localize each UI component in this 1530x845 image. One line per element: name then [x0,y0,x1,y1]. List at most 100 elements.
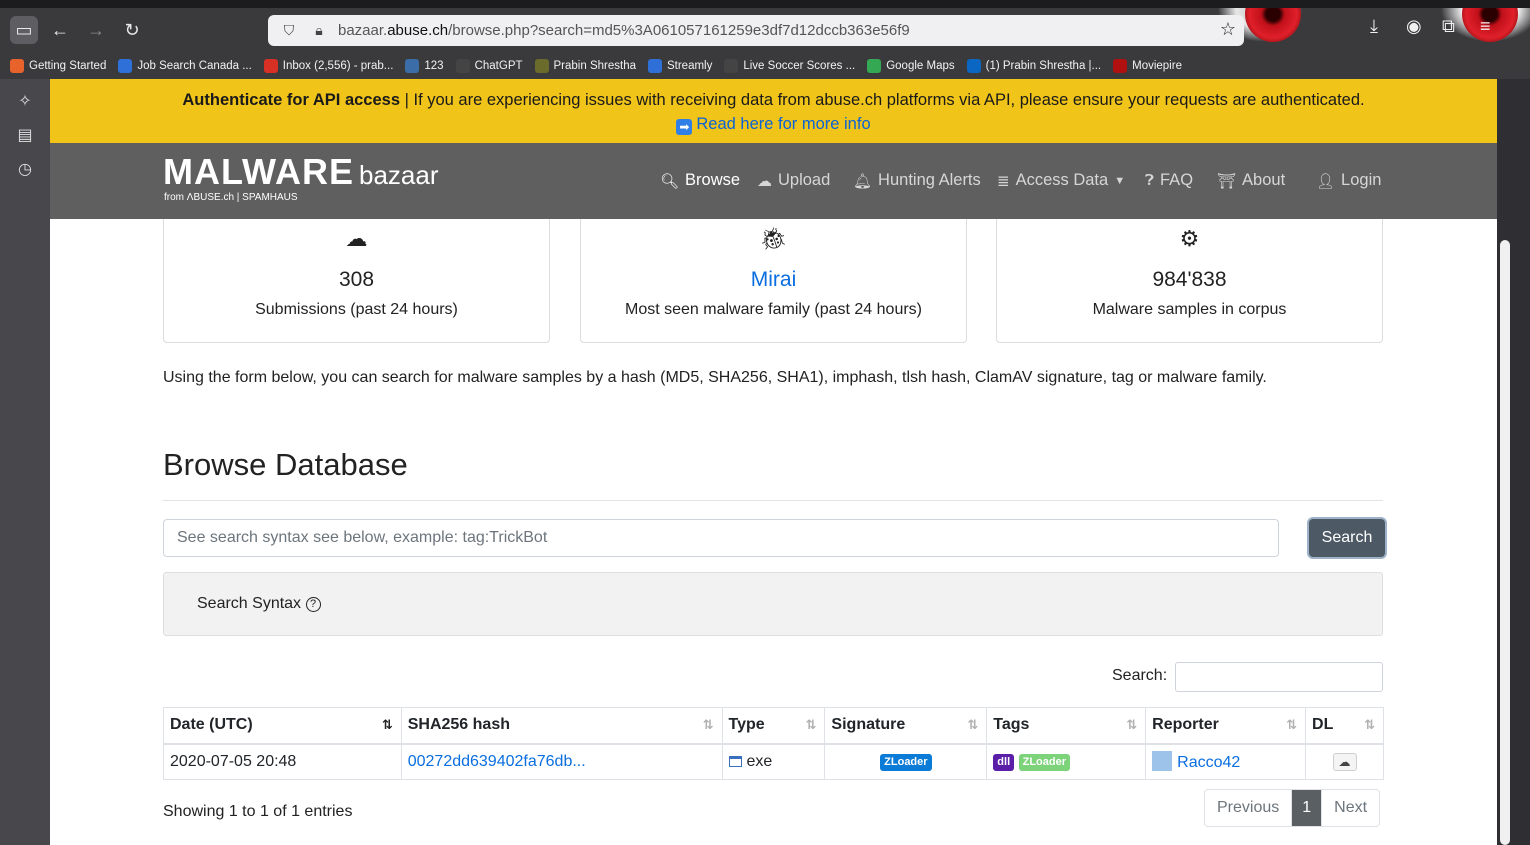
bookmark-label: (1) Prabin Shrestha |... [985,59,1102,72]
bookmark-label: Moviepire [1132,59,1182,72]
col-tags[interactable]: Tags ⇅ [986,707,1147,745]
cell-dl: ☁ [1305,743,1384,780]
bookmark-label: Job Search Canada ... [137,59,252,72]
reporter-link[interactable]: Racco42 [1177,754,1240,771]
col-date[interactable]: Date (UTC) ⇅ [163,707,402,745]
bookmark-item[interactable]: Streamly [647,58,712,73]
sort-icon: ⇅ [1364,717,1375,732]
logo-from-text: from ΛBUSE.ch | SPAMHAUS [164,192,298,203]
search-syntax-panel[interactable]: Search Syntax ? [163,572,1383,636]
tag-badge[interactable]: dll [993,754,1015,772]
logo-malware[interactable]: MALWARE [163,151,354,193]
search-input[interactable]: See search syntax see below, example: ta… [163,519,1279,557]
bookmark-label: Prabin Shrestha [553,59,636,72]
browser-toolbar: ▭ ← → ↻ ⛉ 🔒︎ bazaar.abuse.ch/browse.php?… [0,0,1530,52]
bookmark-item[interactable]: Inbox (2,556) - prab... [263,58,394,73]
bookmark-item[interactable]: Live Soccer Scores ... [724,58,855,73]
bookmark-favicon-icon [867,58,882,73]
bookmark-star-icon[interactable]: ☆ [1220,19,1236,40]
cloud-upload-icon: ☁ [345,226,368,251]
stat-label: Malware samples in corpus [1092,301,1287,318]
site-navbar-overlay: MALWARE bazaar from ΛBUSE.ch | SPAMHAUS … [50,143,1497,219]
bookmark-favicon-icon [10,58,24,73]
nav-hunting-alerts[interactable]: 🔔︎Hunting Alerts [853,171,981,190]
download-icon[interactable]: ⤓ [1370,16,1378,37]
col-dl[interactable]: DL ⇅ [1305,707,1384,745]
search-syntax-toggle[interactable]: Search Syntax ? [197,595,321,613]
shield-icon[interactable]: ⛉ [278,22,300,39]
avatar [1152,751,1173,772]
nav-login[interactable]: 👤︎Login [1316,171,1381,190]
sidebar-toggle-icon[interactable]: ▭ [10,16,38,44]
back-arrow-icon[interactable]: ← [46,16,74,44]
type-label: exe [746,752,773,770]
nav-about[interactable]: ⛩About [1217,171,1285,190]
samples-table: Date (UTC) ⇅ SHA256 hash ⇅ Type ⇅ Signature… [163,707,1384,780]
history-icon[interactable]: ◷ [14,159,36,181]
question-icon: ❓︎ [1145,172,1155,189]
sort-icon: ⇅ [702,717,714,732]
menu-icon[interactable]: ≡ [1480,16,1491,37]
col-reporter[interactable]: Reporter ⇅ [1145,707,1307,745]
stat-label: Submissions (past 24 hours) [255,301,458,318]
sort-desc-icon: ⇅ [381,717,393,732]
tag-badge[interactable]: ZLoader [1018,754,1070,772]
bookmark-favicon-icon [455,58,470,73]
tabs-icon[interactable]: ▤ [14,125,36,147]
url-bar[interactable]: ⛉ 🔒︎ bazaar.abuse.ch/browse.php?search=m… [268,15,1244,46]
stat-value-link[interactable]: Mirai [581,268,966,292]
bookmark-favicon-icon [724,58,739,73]
user-icon: 👤︎ [1316,172,1336,190]
search-icon: 🔍︎ [660,172,680,190]
ai-sparkle-icon[interactable]: ✧ [14,91,36,113]
account-icon[interactable]: ◉ [1406,16,1422,37]
cell-tags: dll ZLoader [986,743,1147,780]
col-sha256[interactable]: SHA256 hash ⇅ [400,707,723,745]
extensions-icon[interactable]: ⧉ [1442,16,1455,37]
page-title: Browse Database [163,447,408,482]
file-icon [728,755,742,767]
hash-link[interactable]: 00272dd639402fa76db... [408,753,586,770]
reload-icon[interactable]: ↻ [118,16,146,44]
stat-value: 308 [338,268,375,291]
bookmark-item[interactable]: 123 [405,58,444,73]
pager-next[interactable]: Next [1321,790,1379,826]
bookmark-item[interactable]: Job Search Canada ... [118,58,252,73]
cell-signature: ZLoader [824,743,988,780]
col-type[interactable]: Type ⇅ [721,707,826,745]
bookmark-item[interactable]: Moviepire [1113,58,1182,73]
search-button[interactable]: Search [1309,519,1385,557]
bookmark-favicon-icon [263,58,278,73]
bookmark-item[interactable]: Google Maps [867,58,955,73]
nav-upload[interactable]: ☁Upload [757,171,830,190]
stat-label: Most seen malware family (past 24 hours) [625,301,922,318]
pager-previous[interactable]: Previous [1205,790,1293,826]
divider [163,500,1383,501]
pager-page-1[interactable]: 1 [1292,790,1322,826]
bookmark-favicon-icon [118,58,133,73]
col-signature[interactable]: Signature ⇅ [824,707,988,745]
bookmark-label: Inbox (2,556) - prab... [282,59,394,72]
cell-reporter: Racco42 [1145,743,1307,780]
bookmark-item[interactable]: (1) Prabin Shrestha |... [966,58,1102,73]
nav-browse[interactable]: 🔍︎Browse [660,171,740,190]
page-scrollbar[interactable] [1500,240,1510,845]
table-search-input[interactable] [1175,662,1383,692]
download-cloud-icon[interactable]: ☁ [1332,752,1357,771]
signature-badge[interactable]: ZLoader [880,754,932,772]
bookmark-label: Google Maps [886,59,955,72]
nav-faq[interactable]: ❓︎FAQ [1145,171,1193,190]
bookmark-item[interactable]: Prabin Shrestha [534,58,636,73]
banner-link[interactable]: ➡ Read here for more info [50,115,1497,135]
forward-arrow-icon[interactable]: → [82,16,110,44]
bookmark-favicon-icon [647,58,662,73]
bookmark-item[interactable]: Getting Started [10,58,106,73]
bug-icon: 🐞︎ [759,226,788,251]
window-top-stripe [0,0,1530,8]
caret-down-icon: ▼ [1114,174,1126,187]
bookmarks-bar: Getting Started Job Search Canada ... Inbo… [0,52,1530,79]
nav-access-data[interactable]: ≣Access Data▼ [997,171,1125,190]
bookmark-item[interactable]: ChatGPT [455,58,523,73]
logo-bazaar[interactable]: bazaar [359,160,439,191]
gears-icon: ⚙ [1179,226,1200,251]
